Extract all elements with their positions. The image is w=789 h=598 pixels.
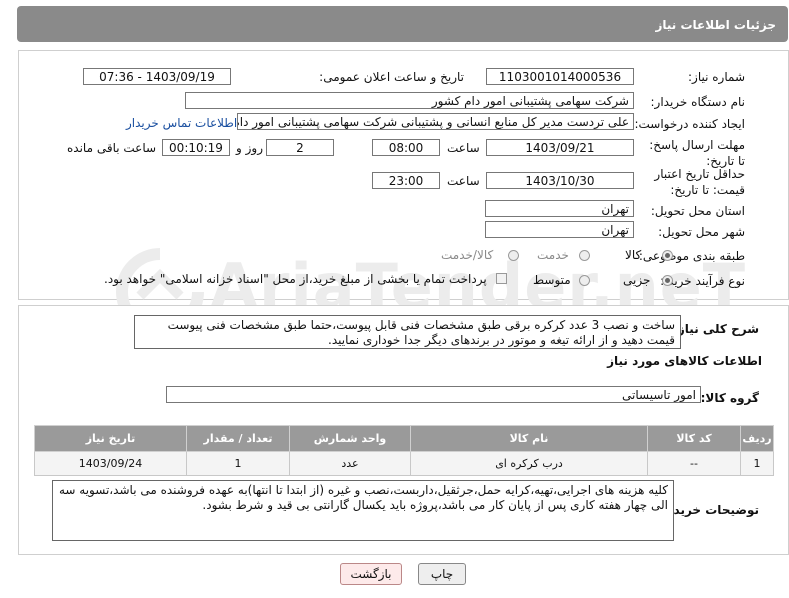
cell-quantity: 1	[186, 451, 290, 476]
col-unit: واحد شمارش	[289, 425, 411, 452]
col-quantity: تعداد / مقدار	[186, 425, 290, 452]
description-label: شرح کلی نیاز:	[673, 322, 759, 336]
need-number-label: شماره نیاز:	[688, 70, 745, 84]
cell-goods-name: درب کرکره ای	[410, 451, 648, 476]
category-option-service: خدمت	[537, 248, 569, 262]
page-header: جزئیات اطلاعات نیاز	[17, 6, 788, 42]
city-field[interactable]: تهران	[485, 221, 634, 238]
buyer-org-label: نام دستگاه خریدار:	[650, 95, 746, 109]
category-radio-service[interactable]	[579, 250, 590, 261]
deadline-time-field[interactable]: 08:00	[372, 139, 440, 156]
payment-note: پرداخت تمام یا بخشی از مبلغ خرید،از محل …	[104, 272, 487, 286]
deadline-time-label: ساعت	[447, 141, 480, 155]
table-row: 1 -- درب کرکره ای عدد 1 1403/09/24	[34, 451, 774, 476]
remaining-time-field[interactable]: 00:10:19	[162, 139, 230, 156]
table-header-row: ردیف کد کالا نام کالا واحد شمارش تعداد /…	[34, 425, 774, 452]
announce-label: تاریخ و ساعت اعلان عمومی:	[319, 70, 464, 84]
col-goods-name: نام کالا	[410, 425, 648, 452]
remaining-label: ساعت باقی مانده	[67, 141, 157, 155]
need-number-field[interactable]: 1103001014000536	[486, 68, 634, 85]
goods-info-title: اطلاعات کالاهای مورد نیاز	[607, 354, 762, 368]
col-need-date: تاریخ نیاز	[34, 425, 187, 452]
buyer-org-field[interactable]: شرکت سهامی پشتیبانی امور دام کشور	[185, 92, 634, 109]
process-option-medium: متوسط	[533, 273, 571, 287]
print-button[interactable]: چاپ	[418, 563, 466, 585]
category-radio-goods-service[interactable]	[508, 250, 519, 261]
description-textarea[interactable]: ساخت و نصب 3 عدد کرکره برقی طبق مشخصات ف…	[134, 315, 681, 349]
goods-table: ردیف کد کالا نام کالا واحد شمارش تعداد /…	[34, 425, 774, 476]
announce-field[interactable]: 1403/09/19 - 07:36	[83, 68, 231, 85]
creator-label: ایجاد کننده درخواست:	[634, 117, 745, 131]
process-option-minor: جزیی	[623, 273, 651, 287]
category-radio-goods[interactable]	[662, 250, 673, 261]
col-goods-code: کد کالا	[647, 425, 741, 452]
cell-row-number: 1	[740, 451, 774, 476]
category-option-goods-service: کالا/خدمت	[441, 248, 494, 262]
back-button[interactable]: بازگشت	[340, 563, 402, 585]
category-label: طبقه بندی موضوعی:	[638, 249, 745, 263]
cell-need-date: 1403/09/24	[34, 451, 187, 476]
days-field[interactable]: 2	[266, 139, 334, 156]
payment-checkbox[interactable]	[496, 273, 507, 284]
validity-label: حداقل تاریخ اعتبار قیمت: تا تاریخ:	[654, 167, 745, 197]
deadline-date-field[interactable]: 1403/09/21	[486, 139, 634, 156]
validity-time-label: ساعت	[447, 174, 480, 188]
days-label: روز و	[236, 141, 263, 155]
creator-field[interactable]: علی تردست مدیر کل منابع انسانی و پشتیبان…	[237, 113, 634, 130]
province-field[interactable]: تهران	[485, 200, 634, 217]
deadline-label: مهلت ارسال پاسخ: تا تاریخ:	[649, 138, 745, 168]
goods-group-label: گروه کالا:	[700, 391, 759, 405]
buyer-contact-link[interactable]: اطلاعات تماس خریدار	[126, 116, 237, 130]
province-label: استان محل تحویل:	[650, 204, 745, 218]
col-row-number: ردیف	[740, 425, 774, 452]
cell-unit: عدد	[289, 451, 411, 476]
validity-time-field[interactable]: 23:00	[372, 172, 440, 189]
validity-date-field[interactable]: 1403/10/30	[486, 172, 634, 189]
buyer-notes-textarea[interactable]: کلیه هزینه های اجرایی،تهیه،کرایه حمل،جرث…	[52, 480, 674, 541]
category-option-goods: کالا	[625, 248, 642, 262]
page-title: جزئیات اطلاعات نیاز	[655, 18, 776, 32]
process-radio-minor[interactable]	[662, 275, 673, 286]
cell-goods-code: --	[647, 451, 741, 476]
goods-group-field[interactable]: امور تاسیساتی	[166, 386, 701, 403]
city-label: شهر محل تحویل:	[658, 225, 745, 239]
process-radio-medium[interactable]	[579, 275, 590, 286]
